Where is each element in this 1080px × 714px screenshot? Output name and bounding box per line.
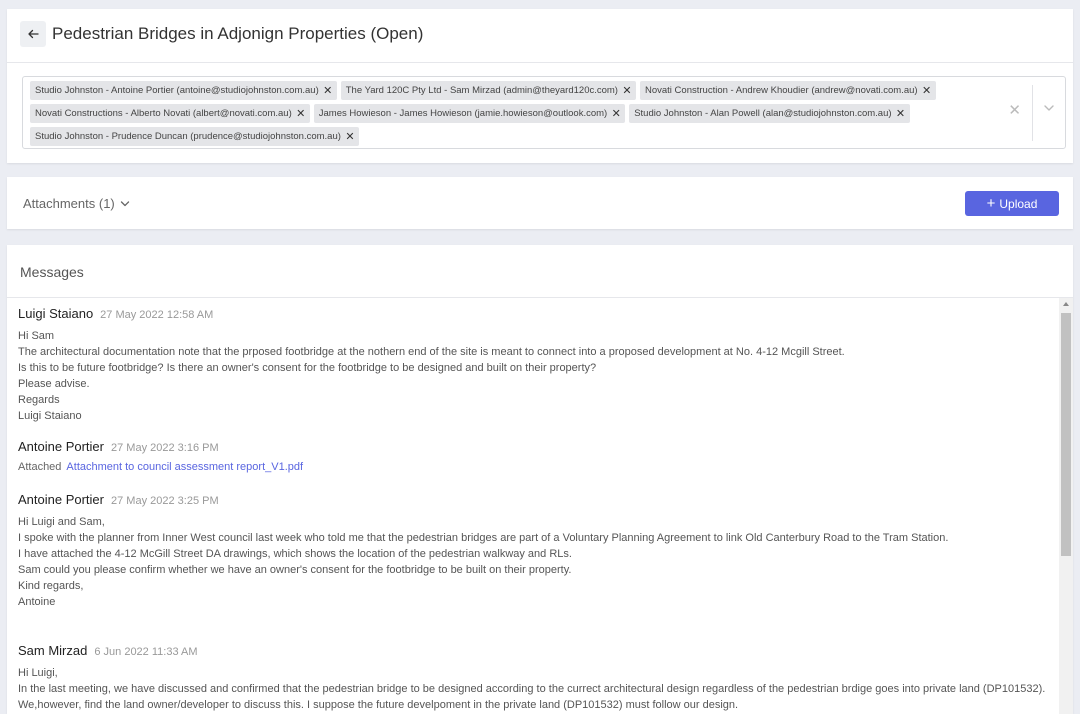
recipient-tags: Studio Johnston - Antoine Portier (antoi… (30, 81, 990, 150)
recipient-tag: Studio Johnston - Alan Powell (alan@stud… (629, 104, 910, 123)
message-header: Sam Mirzad 6 Jun 2022 11:33 AM (18, 643, 1048, 658)
message-timestamp: 27 May 2022 12:58 AM (100, 309, 214, 321)
message-line: Hi Luigi, (18, 667, 58, 679)
message-author: Luigi Staiano (18, 306, 94, 321)
message-body: Hi Luigi, In the last meeting, we have di… (18, 665, 1048, 713)
message-line: Kind regards, (18, 580, 84, 592)
messages-scrollbar[interactable] (1059, 298, 1073, 714)
message-line: I have attached the 4-12 McGill Street D… (18, 548, 572, 560)
upload-button[interactable]: + Upload (965, 191, 1059, 216)
message-timestamp: 27 May 2022 3:16 PM (111, 442, 219, 454)
scroll-thumb[interactable] (1061, 313, 1071, 556)
plus-icon: + (986, 195, 996, 212)
message-author: Sam Mirzad (18, 643, 88, 658)
recipient-tag-label: Studio Johnston - Alan Powell (alan@stud… (634, 108, 892, 119)
message-line: Antoine (18, 596, 56, 608)
recipients-select[interactable]: Studio Johnston - Antoine Portier (antoi… (22, 76, 1066, 149)
remove-tag-icon[interactable]: ✕ (607, 107, 625, 120)
attachments-label: Attachments (1) (23, 196, 115, 211)
message-line: Luigi Staiano (18, 410, 82, 422)
message-header: Luigi Staiano 27 May 2022 12:58 AM (18, 306, 1048, 321)
message-author: Antoine Portier (18, 492, 104, 507)
message-item: Antoine Portier 27 May 2022 3:25 PM Hi Lui… (18, 492, 1048, 610)
message-header: Antoine Portier 27 May 2022 3:16 PM (18, 439, 1048, 454)
message-line: Regards (18, 394, 60, 406)
title-row: Pedestrian Bridges in Adjonign Propertie… (20, 21, 423, 47)
message-item: Sam Mirzad 6 Jun 2022 11:33 AM Hi Luigi, In… (18, 643, 1048, 713)
message-line: The architectural documentation note tha… (18, 346, 845, 358)
remove-tag-icon[interactable]: ✕ (319, 84, 337, 97)
recipient-tag: Studio Johnston - Prudence Duncan (prude… (30, 127, 359, 146)
message-author: Antoine Portier (18, 439, 104, 454)
select-separator (1032, 85, 1033, 141)
attached-prefix: Attached (18, 461, 62, 473)
messages-title: Messages (20, 264, 84, 280)
attachment-link[interactable]: Attachment to council assessment report_… (66, 461, 303, 473)
remove-tag-icon[interactable]: ✕ (292, 107, 310, 120)
clear-all-icon[interactable]: ✕ (1008, 101, 1021, 119)
remove-tag-icon[interactable]: ✕ (341, 130, 359, 143)
attachments-card: Attachments (1) + Upload (7, 177, 1073, 229)
upload-label: Upload (999, 196, 1038, 211)
remove-tag-icon[interactable]: ✕ (892, 107, 910, 120)
recipient-tag-label: Studio Johnston - Antoine Portier (antoi… (35, 85, 319, 96)
message-line: Sam could you please confirm whether we … (18, 564, 572, 576)
recipient-tag-label: James Howieson - James Howieson (jamie.h… (318, 108, 608, 119)
recipient-tag: James Howieson - James Howieson (jamie.h… (313, 104, 626, 123)
attachments-toggle[interactable]: Attachments (1) (23, 196, 130, 211)
message-line: In the last meeting, we have discussed a… (18, 683, 1046, 695)
message-line: Please advise. (18, 378, 90, 390)
scroll-up-arrow-icon[interactable] (1063, 302, 1069, 306)
attachment-line: Attached Attachment to council assessment… (18, 461, 1048, 473)
message-line: I spoke with the planner from Inner West… (18, 532, 949, 544)
message-timestamp: 27 May 2022 3:25 PM (111, 495, 219, 507)
message-header: Antoine Portier 27 May 2022 3:25 PM (18, 492, 1048, 507)
header-divider (7, 62, 1073, 63)
remove-tag-icon[interactable]: ✕ (918, 84, 936, 97)
recipient-tag: Novati Constructions - Alberto Novati (a… (30, 104, 310, 123)
recipient-tag-label: Novati Constructions - Alberto Novati (a… (35, 108, 292, 119)
page-title: Pedestrian Bridges in Adjonign Propertie… (52, 24, 424, 43)
message-line: We,however, find the land owner/develope… (18, 699, 739, 711)
message-body: Hi Sam The architectural documentation no… (18, 328, 1048, 424)
messages-card: Messages Luigi Staiano 27 May 2022 12:58 … (7, 245, 1073, 714)
arrow-left-icon (28, 29, 39, 39)
recipient-tag: Studio Johnston - Antoine Portier (antoi… (30, 81, 337, 100)
recipient-tag: The Yard 120C Pty Ltd - Sam Mirzad (admi… (340, 81, 636, 100)
remove-tag-icon[interactable]: ✕ (618, 84, 636, 97)
chevron-down-icon (120, 200, 129, 206)
message-line: Is this to be future footbridge? Is ther… (18, 362, 597, 374)
message-body: Hi Luigi and Sam, I spoke with the planne… (18, 514, 1048, 610)
recipient-tag: Novati Construction - Andrew Khoudier (a… (639, 81, 936, 100)
message-timestamp: 6 Jun 2022 11:33 AM (94, 646, 198, 658)
recipient-tag-label: The Yard 120C Pty Ltd - Sam Mirzad (admi… (345, 85, 618, 96)
back-button[interactable] (20, 21, 46, 47)
message-line: Hi Sam (18, 330, 55, 342)
message-item: Luigi Staiano 27 May 2022 12:58 AM Hi Sam T… (18, 306, 1048, 424)
thread-header-card: Pedestrian Bridges in Adjonign Propertie… (7, 9, 1073, 163)
message-line: Hi Luigi and Sam, (18, 516, 105, 528)
chevron-down-icon[interactable] (1043, 102, 1055, 114)
recipient-tag-label: Novati Construction - Andrew Khoudier (a… (644, 85, 918, 96)
message-item: Antoine Portier 27 May 2022 3:16 PM Attach… (18, 439, 1048, 473)
messages-list[interactable]: Luigi Staiano 27 May 2022 12:58 AM Hi Sam T… (18, 298, 1058, 714)
recipient-tag-label: Studio Johnston - Prudence Duncan (prude… (35, 131, 341, 142)
